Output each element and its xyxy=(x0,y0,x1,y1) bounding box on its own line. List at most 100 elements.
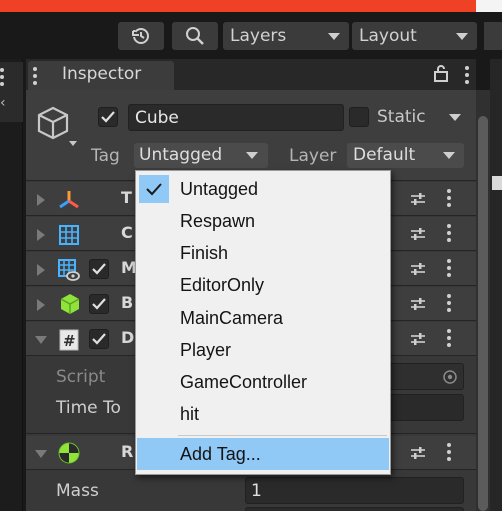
hierarchy-menu-icon[interactable] xyxy=(0,68,4,89)
mass-value: 1 xyxy=(251,481,262,501)
menu-separator xyxy=(178,435,387,436)
menu-item-respawn[interactable]: Respawn xyxy=(137,205,389,237)
layer-value: Default xyxy=(353,145,416,165)
presets-icon[interactable] xyxy=(410,445,426,461)
menu-item-label: Player xyxy=(180,340,232,360)
mesh-renderer-icon xyxy=(58,259,80,281)
fold-arrow-icon[interactable] xyxy=(37,299,45,311)
scrollbar-thumb[interactable] xyxy=(478,116,488,511)
selected-marker xyxy=(139,175,169,203)
transform-icon xyxy=(58,189,80,211)
component-menu-icon[interactable] xyxy=(447,329,451,350)
object-name-value: Cube xyxy=(135,108,179,128)
lock-icon[interactable] xyxy=(433,64,449,82)
menu-item-label: Add Tag... xyxy=(180,444,261,464)
component-menu-icon[interactable] xyxy=(447,189,451,210)
presets-icon[interactable] xyxy=(410,296,426,312)
check-icon xyxy=(146,182,162,196)
inspector-title: Inspector xyxy=(62,64,142,84)
toolbar-overflow[interactable] xyxy=(484,22,502,50)
tag-value: Untagged xyxy=(139,145,223,165)
window-corner xyxy=(476,0,502,12)
menu-item-maincamera[interactable]: MainCamera xyxy=(137,302,389,334)
fold-arrow-icon[interactable] xyxy=(37,229,45,241)
component-name: B xyxy=(121,293,134,312)
rigidbody-icon xyxy=(58,442,80,464)
component-enabled-checkbox[interactable] xyxy=(89,329,109,349)
cube-icon[interactable] xyxy=(35,104,81,148)
chevron-down-icon xyxy=(246,152,258,159)
menu-item-label: Finish xyxy=(180,243,229,263)
inspector-menu-icon[interactable] xyxy=(465,66,469,87)
tab-drag-icon[interactable] xyxy=(33,67,37,88)
component-name: C xyxy=(121,223,133,242)
drag-field[interactable] xyxy=(245,507,464,511)
presets-icon[interactable] xyxy=(410,331,426,347)
layout-dropdown[interactable]: Layout xyxy=(352,22,477,50)
presets-icon[interactable] xyxy=(410,191,426,207)
menu-item-hit[interactable]: hit xyxy=(137,398,389,430)
right-edge xyxy=(490,59,502,511)
menu-item-label: Untagged xyxy=(180,179,259,199)
svg-text:#: # xyxy=(63,332,76,350)
chevron-down-icon xyxy=(328,33,340,40)
chevron-down-icon xyxy=(443,152,455,159)
static-dropdown-icon[interactable] xyxy=(449,114,461,121)
script-field-label: Script xyxy=(56,367,106,387)
time-field-label: Time To xyxy=(56,398,121,418)
fold-arrow-icon[interactable] xyxy=(37,194,45,206)
layers-label: Layers xyxy=(230,26,287,46)
history-button[interactable] xyxy=(118,22,164,50)
menu-item-label: Respawn xyxy=(180,211,256,231)
mass-field[interactable]: 1 xyxy=(245,477,464,504)
layout-label: Layout xyxy=(359,26,417,46)
hierarchy-pane xyxy=(0,59,23,511)
menu-item-untagged[interactable]: Untagged xyxy=(137,173,389,205)
menu-item-label: GameController xyxy=(180,372,308,392)
edge-widget xyxy=(492,176,502,190)
script-icon: # xyxy=(59,329,79,351)
menu-item-label: EditorOnly xyxy=(180,275,265,295)
component-menu-icon[interactable] xyxy=(447,443,451,464)
static-checkbox[interactable] xyxy=(349,107,369,127)
component-enabled-checkbox[interactable] xyxy=(89,259,109,279)
component-menu-icon[interactable] xyxy=(447,224,451,245)
history-icon xyxy=(131,26,151,46)
menu-item-add-tag[interactable]: Add Tag... xyxy=(137,438,389,470)
tag-label: Tag xyxy=(91,146,120,166)
search-icon xyxy=(185,26,205,46)
object-picker-icon[interactable] xyxy=(442,369,458,385)
object-name-field[interactable]: Cube xyxy=(128,104,344,131)
grid-icon xyxy=(59,225,79,245)
menu-item-finish[interactable]: Finish xyxy=(137,237,389,269)
fold-arrow-icon[interactable] xyxy=(35,336,47,344)
component-enabled-checkbox[interactable] xyxy=(89,294,109,314)
box-collider-icon xyxy=(59,293,81,315)
static-label: Static xyxy=(377,107,426,127)
fold-arrow-icon[interactable] xyxy=(37,264,45,276)
hierarchy-expand-icon[interactable]: ‹ xyxy=(0,95,6,111)
component-menu-icon[interactable] xyxy=(447,294,451,315)
chevron-down-icon xyxy=(456,33,468,40)
menu-item-editoronly[interactable]: EditorOnly xyxy=(137,269,389,301)
active-checkbox[interactable] xyxy=(98,107,118,127)
title-strip xyxy=(0,0,502,12)
presets-icon[interactable] xyxy=(410,261,426,277)
menu-item-label: hit xyxy=(180,404,200,424)
component-name: D xyxy=(121,328,135,347)
component-name: R xyxy=(121,442,134,461)
menu-item-label: MainCamera xyxy=(180,308,284,328)
layers-dropdown[interactable]: Layers xyxy=(223,22,349,50)
tag-menu: Untagged Respawn Finish EditorOnly MainC… xyxy=(135,170,391,475)
component-menu-icon[interactable] xyxy=(447,259,451,280)
component-name: T xyxy=(121,188,132,207)
layer-dropdown[interactable]: Default xyxy=(347,143,464,168)
search-button[interactable] xyxy=(172,22,218,50)
menu-item-gamecontroller[interactable]: GameController xyxy=(137,366,389,398)
tag-dropdown[interactable]: Untagged xyxy=(134,143,268,168)
layer-label: Layer xyxy=(289,146,337,166)
mass-label: Mass xyxy=(56,481,99,501)
menu-item-player[interactable]: Player xyxy=(137,334,389,366)
fold-arrow-icon[interactable] xyxy=(35,450,47,458)
presets-icon[interactable] xyxy=(410,226,426,242)
